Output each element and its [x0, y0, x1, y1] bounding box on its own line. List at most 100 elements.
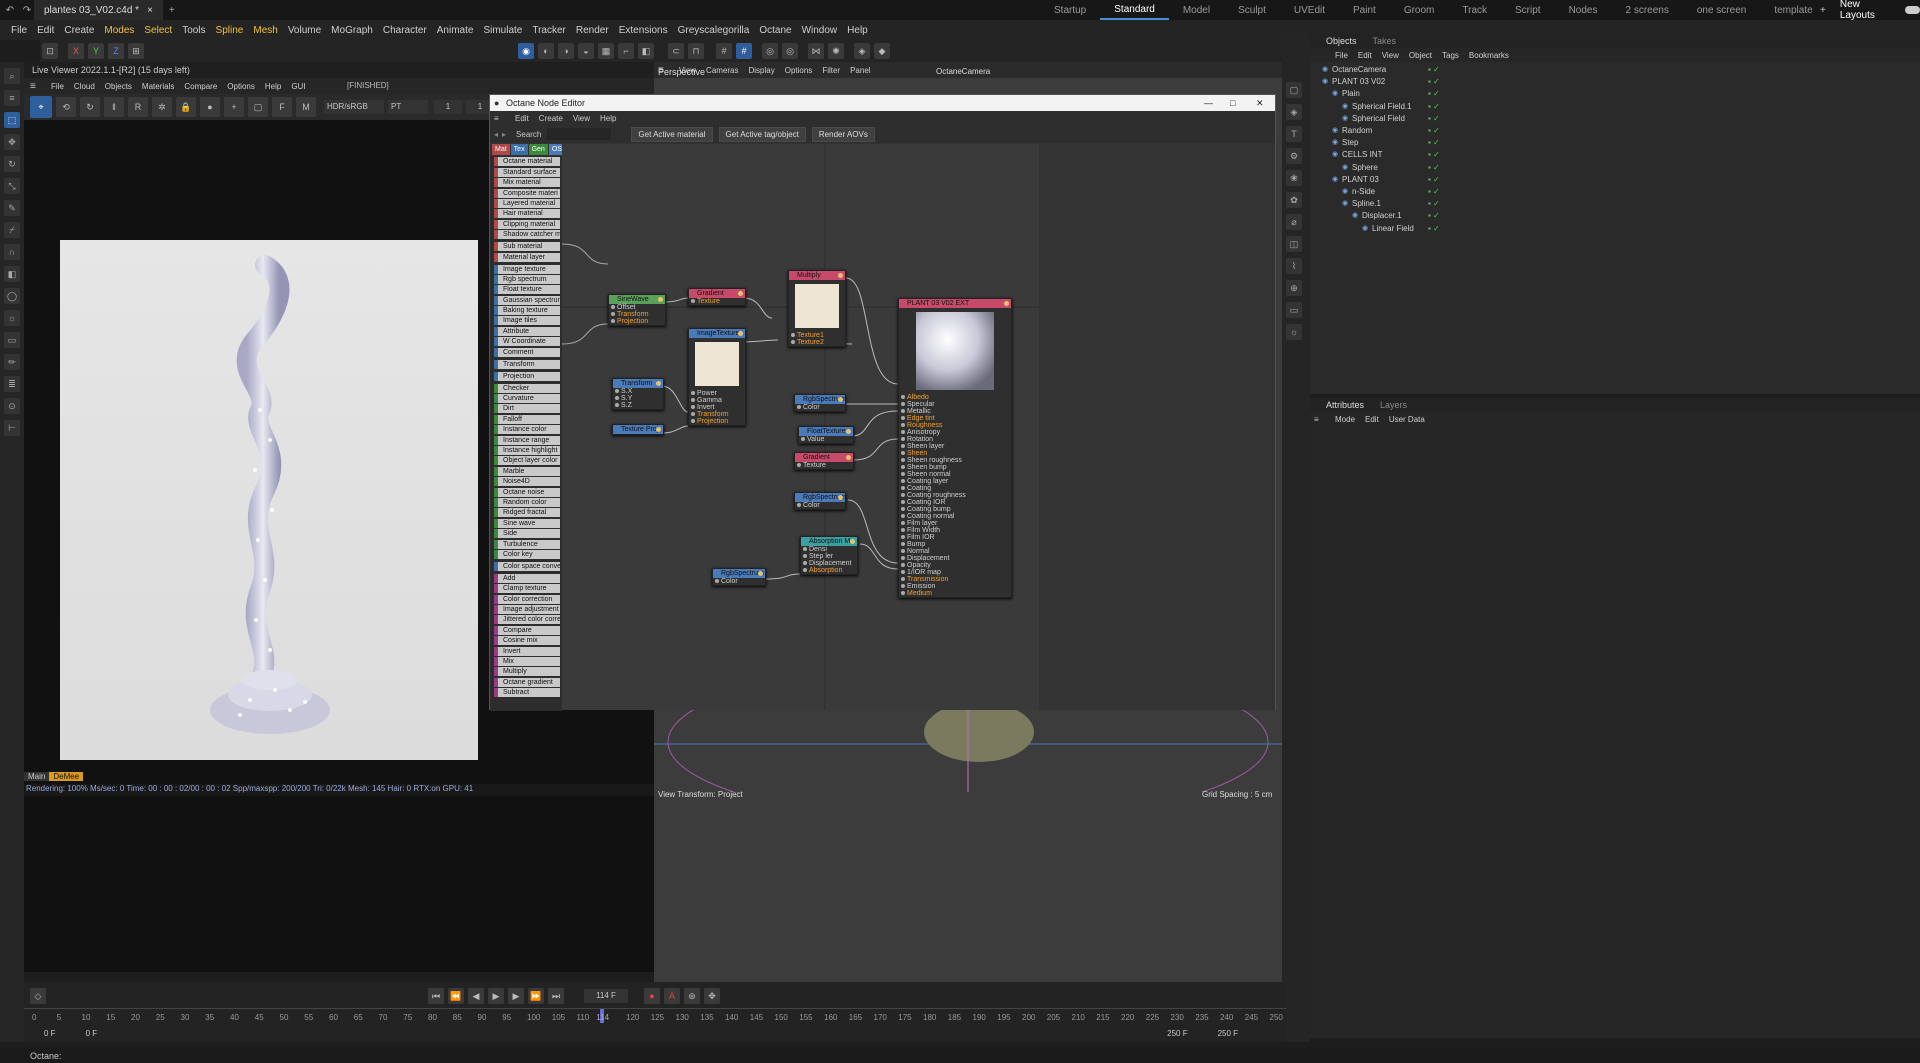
- camera-icon[interactable]: ▭: [1286, 302, 1302, 318]
- node-port[interactable]: Sheen normal: [899, 471, 1011, 478]
- node-list-item[interactable]: Hair material: [494, 209, 560, 219]
- node-list-item[interactable]: Clamp texture: [494, 584, 560, 594]
- node-editor-menu-item-2[interactable]: View: [568, 114, 595, 123]
- node-rgb3-header[interactable]: RgbSpectrum: [713, 569, 765, 578]
- node-port[interactable]: Sheen: [899, 450, 1011, 457]
- node-floattex-header[interactable]: FloatTexture: [799, 427, 853, 436]
- effector-icon[interactable]: ✿: [1286, 192, 1302, 208]
- node-list-item[interactable]: Image texture: [494, 264, 560, 274]
- magnet-icon[interactable]: ∩: [4, 244, 20, 260]
- visibility-check-icon[interactable]: ▪ ✓: [1428, 101, 1440, 113]
- lv-menu-item-7[interactable]: GUI: [286, 82, 310, 91]
- node-port[interactable]: Texture: [689, 298, 745, 305]
- colorspace-select[interactable]: HDR/sRGB: [324, 100, 384, 114]
- node-gradient1-header[interactable]: Gradient: [689, 289, 745, 298]
- menu-item-11[interactable]: Animate: [432, 25, 479, 36]
- layout-tab-7[interactable]: Track: [1448, 5, 1501, 16]
- node-imagetex-header[interactable]: ImageTexture: [689, 329, 745, 338]
- field-1[interactable]: 1: [434, 100, 462, 114]
- node-absorption[interactable]: Absorption M Densi Step ler Displacement Abs…: [800, 536, 858, 575]
- node-list-item[interactable]: Attribute: [494, 326, 560, 336]
- layers-icon[interactable]: ≣: [4, 376, 20, 392]
- node-port[interactable]: Coating: [899, 485, 1011, 492]
- range-start-2[interactable]: 0 F: [86, 1029, 98, 1038]
- menu-item-1[interactable]: Edit: [32, 25, 59, 36]
- visibility-check-icon[interactable]: ▪ ✓: [1428, 88, 1440, 100]
- node-port[interactable]: Roughness: [899, 422, 1011, 429]
- node-transform[interactable]: Transform S.X S.Y S.Z: [612, 378, 664, 410]
- node-list-item[interactable]: Instance highlight: [494, 445, 560, 455]
- range-end-1[interactable]: 250 F: [1167, 1029, 1187, 1038]
- node-category-0[interactable]: Mat: [492, 144, 510, 155]
- object-row[interactable]: ◉ PLANT 03 ▪ ✓: [1310, 174, 1920, 186]
- node-editor-button-0[interactable]: Get Active material: [631, 126, 713, 142]
- filter-icon[interactable]: F: [272, 97, 292, 117]
- layout-tab-12[interactable]: template: [1760, 5, 1826, 16]
- node-gradient2-header[interactable]: Gradient: [795, 453, 853, 462]
- menu-item-15[interactable]: Extensions: [614, 25, 673, 36]
- back-icon[interactable]: ◂: [494, 130, 498, 139]
- uv-mode-icon[interactable]: ▦: [598, 43, 614, 59]
- record-icon[interactable]: ●: [644, 988, 660, 1004]
- play-icon[interactable]: ▶: [488, 988, 504, 1004]
- range-end-2[interactable]: 250 F: [1218, 1029, 1238, 1038]
- menu-item-13[interactable]: Tracker: [527, 25, 571, 36]
- node-list-item[interactable]: Rgb spectrum: [494, 274, 560, 284]
- node-list-item[interactable]: Instance range: [494, 435, 560, 445]
- visibility-check-icon[interactable]: ▪ ✓: [1428, 64, 1440, 76]
- menu-item-17[interactable]: Octane: [754, 25, 796, 36]
- node-port[interactable]: Rotation: [899, 436, 1011, 443]
- node-list-item[interactable]: Noise4D: [494, 477, 560, 487]
- object-name[interactable]: Displacer.1: [1362, 210, 1402, 222]
- paint-icon[interactable]: ✏: [4, 354, 20, 370]
- node-list-item[interactable]: Projection: [494, 371, 560, 381]
- node-list-item[interactable]: Color correction: [494, 594, 560, 604]
- node-list-item[interactable]: Octane noise: [494, 487, 560, 497]
- node-editor-button-2[interactable]: Render AOVs: [811, 126, 875, 142]
- node-gradient2[interactable]: Gradient Texture: [794, 452, 854, 470]
- rotate-tool-icon[interactable]: ↻: [4, 156, 20, 172]
- node-list-item[interactable]: Material layer: [494, 252, 560, 262]
- node-list-item[interactable]: Sub material: [494, 242, 560, 252]
- range-start-1[interactable]: 0 F: [44, 1029, 56, 1038]
- object-row[interactable]: ◉ Spherical Field ▪ ✓: [1310, 113, 1920, 125]
- tab-main[interactable]: Main: [24, 771, 50, 781]
- timeline-ruler[interactable]: 0 5 10 15 20 25 30 35 40 45 50 55 60 65 70 75 80 85 90 95 10…: [24, 1008, 1286, 1026]
- node-list-item[interactable]: Marble: [494, 466, 560, 476]
- node-gradient1[interactable]: Gradient Texture: [688, 288, 746, 306]
- lv-menu-item-1[interactable]: Cloud: [69, 82, 100, 91]
- node-port[interactable]: Film Width: [899, 527, 1011, 534]
- objects-menu-item-2[interactable]: View: [1377, 51, 1404, 60]
- lv-menu-item-5[interactable]: Options: [222, 82, 260, 91]
- menu-item-9[interactable]: MoGraph: [326, 25, 378, 36]
- layout-tab-0[interactable]: Startup: [1040, 5, 1100, 16]
- node-list-item[interactable]: Checker: [494, 383, 560, 393]
- attributes-menu-item-2[interactable]: User Data: [1384, 415, 1430, 424]
- node-port[interactable]: Coating roughness: [899, 492, 1011, 499]
- node-port[interactable]: Value: [799, 436, 853, 443]
- visibility-check-icon[interactable]: ▪ ✓: [1428, 149, 1440, 161]
- node-list-item[interactable]: Clipping material: [494, 219, 560, 229]
- node-port[interactable]: Densi: [801, 546, 857, 553]
- node-list-item[interactable]: Compare: [494, 625, 560, 635]
- next-frame-icon[interactable]: ▶: [508, 988, 524, 1004]
- layout-tab-6[interactable]: Groom: [1390, 5, 1449, 16]
- node-port[interactable]: Coating normal: [899, 513, 1011, 520]
- node-search-input[interactable]: [547, 128, 612, 140]
- node-list-item[interactable]: Random color: [494, 497, 560, 507]
- layout-tab-2[interactable]: Model: [1169, 5, 1224, 16]
- node-list-item[interactable]: Image tiles: [494, 316, 560, 326]
- node-port[interactable]: Normal: [899, 548, 1011, 555]
- add-tab-icon[interactable]: +: [169, 5, 175, 16]
- node-sinewave[interactable]: SineWave Offset Transform Projection: [608, 294, 666, 326]
- sphere-icon[interactable]: ◯: [4, 288, 20, 304]
- scale-tool-icon[interactable]: ⤡: [4, 178, 20, 194]
- region-icon[interactable]: R: [128, 97, 148, 117]
- restart-icon[interactable]: ⟲: [56, 97, 76, 117]
- visibility-check-icon[interactable]: ▪ ✓: [1428, 174, 1440, 186]
- viewport-menu-item-5[interactable]: Panel: [845, 66, 875, 75]
- node-list-item[interactable]: Invert: [494, 646, 560, 656]
- cube-icon[interactable]: ◈: [854, 43, 870, 59]
- grid-icon[interactable]: #: [716, 43, 732, 59]
- menu-icon[interactable]: ≡: [4, 90, 20, 106]
